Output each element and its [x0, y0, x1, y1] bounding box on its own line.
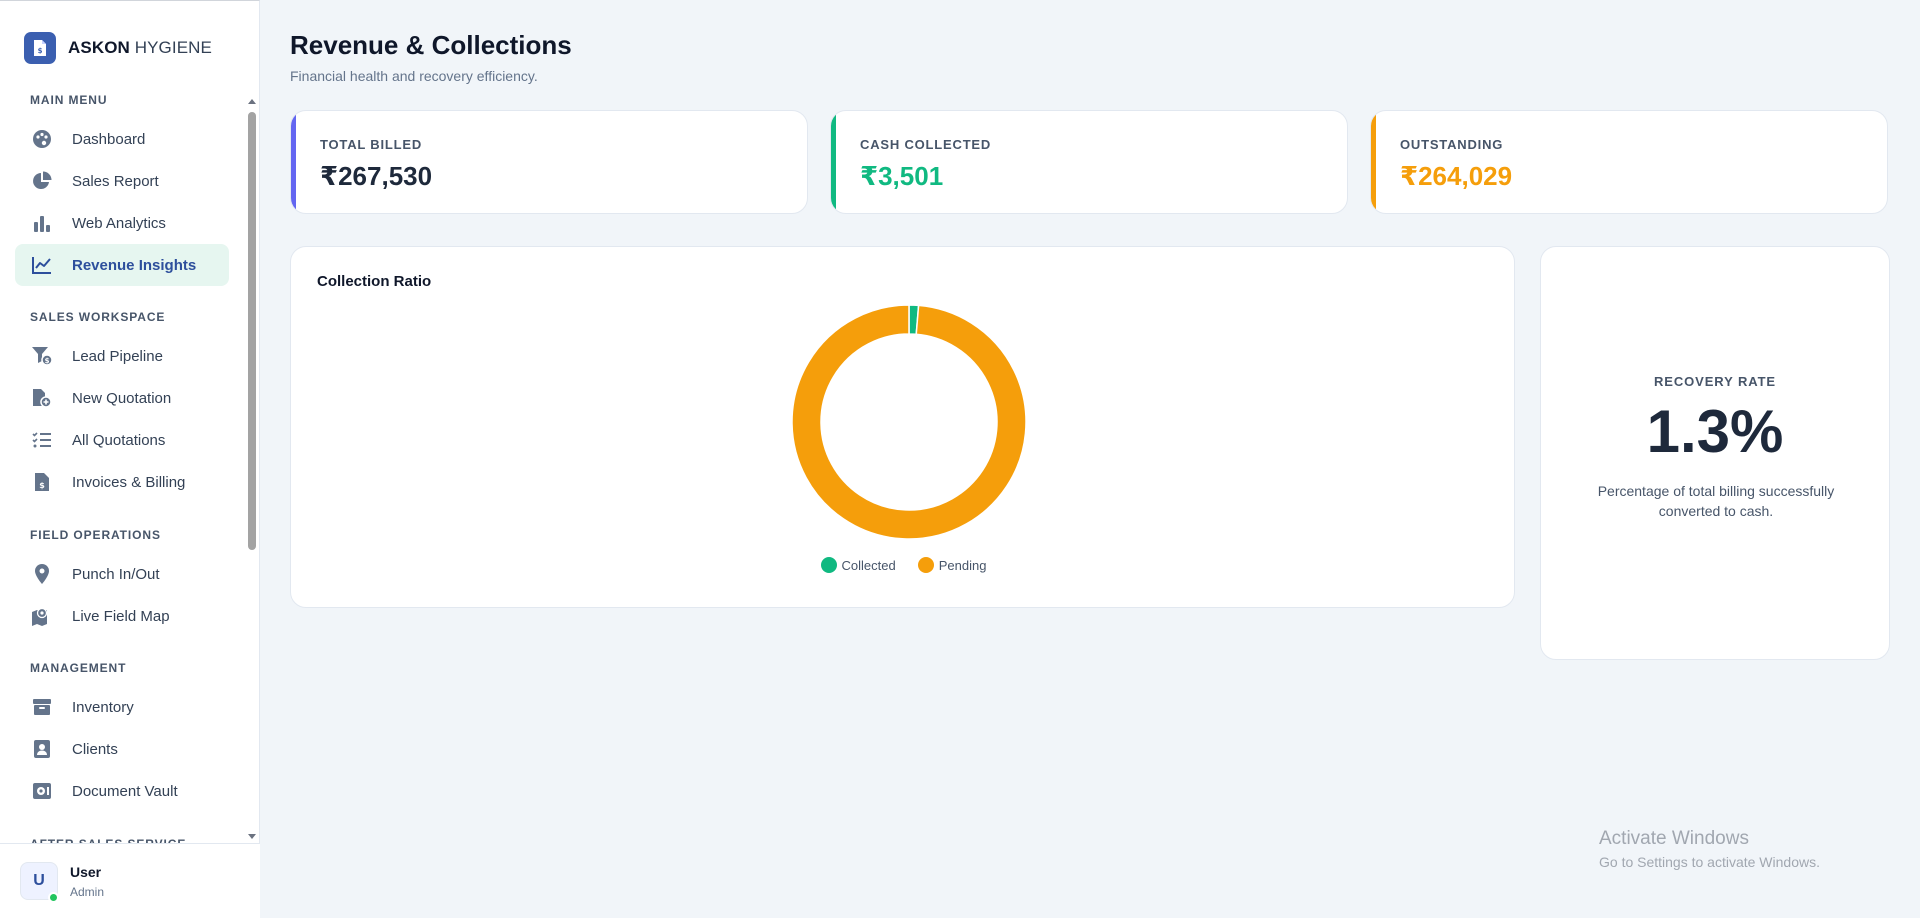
sidebar-item-live-field-map[interactable]: Live Field Map [15, 595, 229, 637]
online-status-dot [48, 892, 59, 903]
recovery-rate-description: Percentage of total billing successfully… [1597, 483, 1835, 519]
sidebar: $ ASKON HYGIENE MAIN MENU Dashboard Sale… [0, 0, 260, 918]
map-pin-icon [31, 563, 53, 585]
stat-card-total-billed: TOTAL BILLED ₹267,530 [290, 110, 808, 214]
svg-text:$: $ [39, 481, 45, 490]
scroll-thumb[interactable] [248, 112, 256, 550]
map-location-icon [31, 605, 53, 627]
sidebar-item-inventory[interactable]: Inventory [15, 686, 229, 728]
sidebar-item-label: Web Analytics [72, 214, 166, 232]
recovery-rate-label: RECOVERY RATE [1654, 374, 1776, 389]
stat-accent [1371, 111, 1376, 213]
list-check-icon [31, 429, 53, 451]
sidebar-scrollbar[interactable] [246, 97, 258, 841]
recovery-rate-card: RECOVERY RATE 1.3% Percentage of total b… [1540, 246, 1890, 660]
brand-name: ASKON HYGIENE [68, 38, 212, 57]
sidebar-item-all-quotations[interactable]: All Quotations [15, 419, 229, 461]
sidebar-item-lead-pipeline[interactable]: $ Lead Pipeline [15, 335, 229, 377]
pie-chart-icon [31, 170, 53, 192]
sidebar-item-revenue-insights[interactable]: Revenue Insights [15, 244, 229, 286]
bar-chart-icon [31, 212, 53, 234]
line-chart-icon [31, 254, 53, 276]
legend-swatch [917, 557, 934, 573]
legend-swatch [820, 557, 837, 573]
sidebar-item-invoices-billing[interactable]: $ Invoices & Billing [15, 461, 229, 503]
stat-card-cash-collected: CASH COLLECTED ₹3,501 [830, 110, 1348, 214]
chart-legend: Collected Pending [291, 557, 1516, 573]
sidebar-item-label: Lead Pipeline [72, 347, 163, 365]
sidebar-item-label: All Quotations [72, 431, 166, 449]
stat-value: ₹267,530 [320, 161, 433, 191]
user-profile[interactable]: U User Admin [0, 843, 260, 918]
sidebar-item-label: Clients [72, 740, 118, 758]
sidebar-item-label: Live Field Map [72, 607, 170, 625]
sidebar-item-punch-in-out[interactable]: Punch In/Out [15, 553, 229, 595]
section-title-sales-workspace: SALES WORKSPACE [30, 310, 166, 324]
stat-label: CASH COLLECTED [860, 137, 992, 152]
contact-card-icon [31, 738, 53, 760]
chart-title: Collection Ratio [317, 273, 432, 290]
sidebar-item-document-vault[interactable]: Document Vault [15, 770, 229, 812]
sidebar-item-new-quotation[interactable]: New Quotation [15, 377, 229, 419]
sidebar-item-label: Inventory [72, 698, 134, 716]
section-title-management: MANAGEMENT [30, 661, 127, 675]
sidebar-item-sales-report[interactable]: Sales Report [15, 160, 229, 202]
stat-accent [831, 111, 836, 213]
stat-value: ₹3,501 [860, 161, 944, 191]
legend-label: Collected [841, 557, 896, 573]
section-title-main-menu: MAIN MENU [30, 93, 108, 107]
stat-card-outstanding: OUTSTANDING ₹264,029 [1370, 110, 1888, 214]
sidebar-item-label: Revenue Insights [72, 256, 197, 274]
brand[interactable]: $ ASKON HYGIENE [24, 31, 212, 65]
windows-activation-watermark: Activate Windows Go to Settings to activ… [1599, 828, 1820, 870]
svg-text:$: $ [45, 357, 50, 365]
sidebar-item-label: Sales Report [72, 172, 159, 190]
sidebar-item-label: Invoices & Billing [72, 473, 186, 491]
palette-icon [31, 128, 53, 150]
scroll-down-arrow-icon[interactable] [248, 834, 256, 839]
sidebar-nav: MAIN MENU Dashboard Sales Report Web Ana… [0, 93, 246, 845]
user-name: User [70, 864, 102, 880]
collection-donut-chart [791, 304, 1027, 540]
legend-item-collected[interactable]: Collected [820, 557, 896, 573]
page-title: Revenue & Collections [290, 30, 572, 60]
user-role: Admin [70, 885, 105, 899]
svg-text:$: $ [38, 47, 43, 55]
watermark-subtitle: Go to Settings to activate Windows. [1599, 854, 1820, 870]
sidebar-item-label: New Quotation [72, 389, 172, 407]
archive-box-icon [31, 696, 53, 718]
sidebar-item-label: Dashboard [72, 130, 146, 148]
page-subtitle: Financial health and recovery efficiency… [290, 68, 538, 84]
sidebar-item-label: Punch In/Out [72, 565, 160, 583]
section-title-field-operations: FIELD OPERATIONS [30, 528, 161, 542]
legend-label: Pending [938, 557, 987, 573]
scroll-up-arrow-icon[interactable] [248, 99, 256, 104]
vault-icon [31, 780, 53, 802]
collection-ratio-card: Collection Ratio Collected Pending [290, 246, 1515, 608]
invoice-dollar-icon: $ [31, 471, 53, 493]
file-add-icon [31, 387, 53, 409]
legend-item-pending[interactable]: Pending [917, 557, 987, 573]
watermark-title: Activate Windows [1599, 828, 1749, 849]
funnel-dollar-icon: $ [31, 345, 53, 367]
sidebar-item-label: Document Vault [72, 782, 178, 800]
stat-label: TOTAL BILLED [320, 137, 423, 152]
stat-accent [291, 111, 296, 213]
donut-slice-pending[interactable] [791, 304, 1027, 540]
sidebar-item-dashboard[interactable]: Dashboard [15, 118, 229, 160]
stat-value: ₹264,029 [1400, 161, 1513, 191]
sidebar-item-clients[interactable]: Clients [15, 728, 229, 770]
invoice-icon: $ [24, 32, 56, 64]
recovery-rate-value: 1.3% [1646, 398, 1784, 465]
sidebar-item-web-analytics[interactable]: Web Analytics [15, 202, 229, 244]
stat-label: OUTSTANDING [1400, 137, 1504, 152]
